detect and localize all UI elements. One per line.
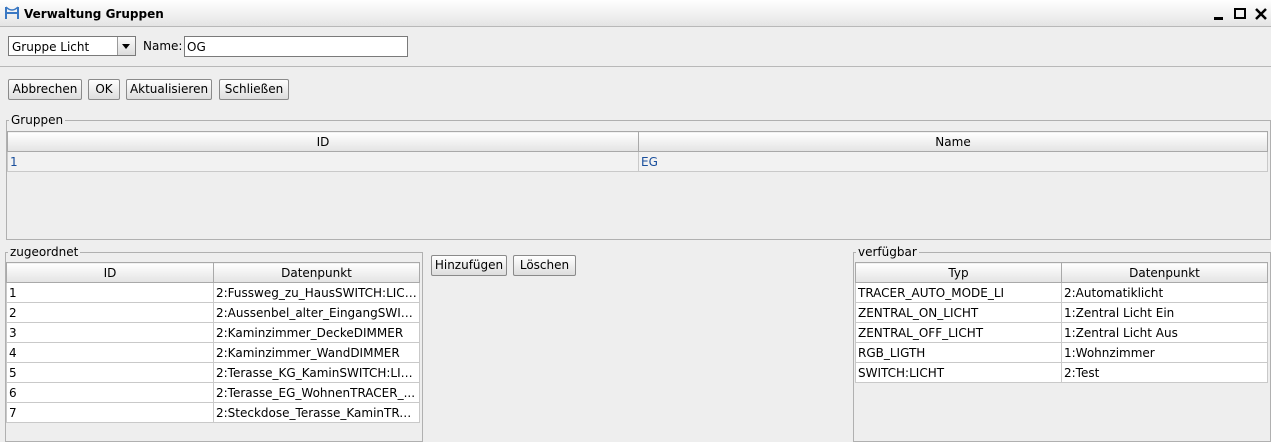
table-row[interactable]: 4 2:Kaminzimmer_WandDIMMER [6,342,420,363]
verfuegbar-legend: verfügbar [856,245,919,259]
zugeordnet-legend: zugeordnet [8,245,81,259]
cell-datenpunkt: 2:Kaminzimmer_WandDIMMER [213,342,420,363]
table-row[interactable]: RGB_LIGTH 1:Wohnzimmer [855,342,1268,363]
cancel-button[interactable]: Abbrechen [8,79,82,100]
gruppen-table: ID Name 1 EG [7,131,1268,172]
cell-typ: TRACER_AUTO_MODE_LI [855,282,1062,303]
table-row[interactable]: TRACER_AUTO_MODE_LI 2:Automatiklicht [855,282,1268,303]
table-row[interactable]: 7 2:Steckdose_Terasse_KaminTRA... [6,402,420,423]
table-row[interactable]: 2 2:Aussenbel_alter_EingangSWITC... [6,302,420,323]
zugeordnet-table: ID Datenpunkt 1 2:Fussweg_zu_HausSWITCH:L… [6,262,420,423]
cell-datenpunkt: 2:Test [1061,362,1268,383]
divider [0,66,1271,67]
maximize-icon[interactable] [1232,6,1248,22]
name-label: Name: [143,39,183,53]
cell-typ: RGB_LIGTH [855,342,1062,363]
cell-id: 3 [6,322,214,343]
cell-typ: SWITCH:LICHT [855,362,1062,383]
column-header-name[interactable]: Name [638,131,1268,152]
window-titlebar: Verwaltung Gruppen [0,0,1271,27]
table-row[interactable]: 1 2:Fussweg_zu_HausSWITCH:LICHT [6,282,420,303]
column-header-datenpunkt[interactable]: Datenpunkt [213,262,420,283]
minimize-icon[interactable] [1211,6,1227,22]
close-icon[interactable] [1253,6,1269,22]
refresh-button[interactable]: Aktualisieren [126,79,212,100]
table-row[interactable]: ZENTRAL_ON_LICHT 1:Zentral Licht Ein [855,302,1268,323]
cell-id: 1 [6,282,214,303]
cell-datenpunkt: 2:Fussweg_zu_HausSWITCH:LICHT [213,282,420,303]
table-row[interactable]: 3 2:Kaminzimmer_DeckeDIMMER [6,322,420,343]
table-row[interactable]: ZENTRAL_OFF_LICHT 1:Zentral Licht Aus [855,322,1268,343]
cell-name: EG [638,151,1268,172]
cell-typ: ZENTRAL_ON_LICHT [855,302,1062,323]
table-row[interactable]: SWITCH:LICHT 2:Test [855,362,1268,383]
cell-datenpunkt: 2:Automatiklicht [1061,282,1268,303]
column-header-id[interactable]: ID [6,262,214,283]
cell-datenpunkt: 1:Zentral Licht Aus [1061,322,1268,343]
chevron-down-icon[interactable] [117,37,135,55]
cell-id: 5 [6,362,214,383]
group-select[interactable]: Gruppe Licht [8,36,136,56]
gruppen-legend: Gruppen [9,113,66,127]
cell-datenpunkt: 2:Aussenbel_alter_EingangSWITC... [213,302,420,323]
name-input[interactable]: OG [184,36,408,57]
cell-id: 7 [6,402,214,423]
cell-datenpunkt: 1:Zentral Licht Ein [1061,302,1268,323]
verfuegbar-table: Typ Datenpunkt TRACER_AUTO_MODE_LI 2:Auto… [855,262,1268,383]
cell-datenpunkt: 1:Wohnzimmer [1061,342,1268,363]
app-icon [5,6,19,19]
cell-datenpunkt: 2:Steckdose_Terasse_KaminTRA... [213,402,420,423]
column-header-id[interactable]: ID [7,131,639,152]
delete-button[interactable]: Löschen [513,255,576,276]
table-row[interactable]: 1 EG [7,151,1268,172]
cell-id: 2 [6,302,214,323]
add-button[interactable]: Hinzufügen [431,255,507,276]
cell-datenpunkt: 2:Kaminzimmer_DeckeDIMMER [213,322,420,343]
cell-id: 1 [7,151,639,172]
column-header-typ[interactable]: Typ [855,262,1062,283]
ok-button[interactable]: OK [88,79,120,100]
cell-id: 6 [6,382,214,403]
cell-datenpunkt: 2:Terasse_EG_WohnenTRACER_... [213,382,420,403]
table-row[interactable]: 6 2:Terasse_EG_WohnenTRACER_... [6,382,420,403]
group-select-value: Gruppe Licht [12,40,90,54]
close-button[interactable]: Schließen [219,79,289,100]
cell-typ: ZENTRAL_OFF_LICHT [855,322,1062,343]
column-header-datenpunkt[interactable]: Datenpunkt [1061,262,1268,283]
window-title: Verwaltung Gruppen [24,7,164,21]
cell-id: 4 [6,342,214,363]
table-row[interactable]: 5 2:Terasse_KG_KaminSWITCH:LIC... [6,362,420,383]
cell-datenpunkt: 2:Terasse_KG_KaminSWITCH:LIC... [213,362,420,383]
